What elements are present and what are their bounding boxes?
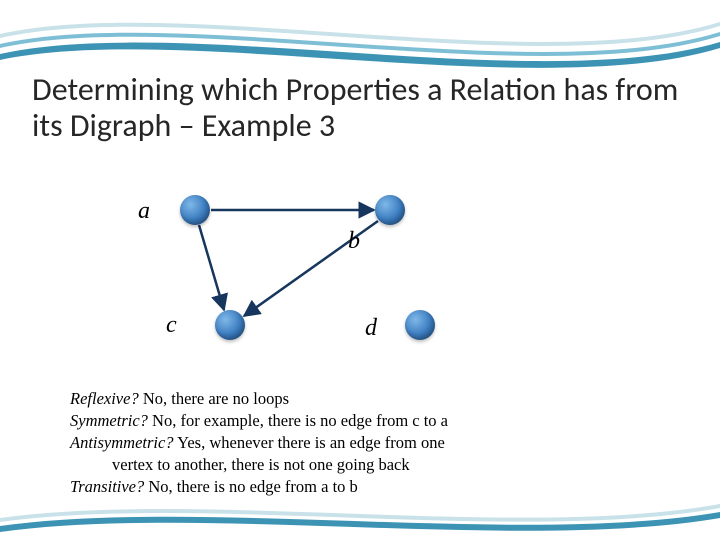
antisymmetric-line: Antisymmetric? Yes, whenever there is an… (70, 432, 660, 453)
vertex-d-label: d (365, 315, 377, 342)
vertex-c-label: c (166, 312, 177, 339)
symmetric-answer: No, for example, there is no edge from c… (148, 411, 448, 430)
transitive-question: Transitive? (70, 477, 144, 496)
vertex-d-node (405, 310, 435, 340)
symmetric-question: Symmetric? (70, 411, 148, 430)
slide-title: Determining which Properties a Relation … (32, 72, 688, 144)
reflexive-line: Reflexive? No, there are no loops (70, 388, 660, 409)
symmetric-line: Symmetric? No, for example, there is no … (70, 410, 660, 431)
vertex-a-node (180, 195, 210, 225)
vertex-c-node (215, 310, 245, 340)
antisymmetric-answer-2: vertex to another, there is not one goin… (112, 455, 410, 474)
antisymmetric-question: Antisymmetric? (70, 433, 174, 452)
vertex-b-node (375, 195, 405, 225)
transitive-line: Transitive? No, there is no edge from a … (70, 476, 660, 497)
answers-block: Reflexive? No, there are no loops Symmet… (70, 388, 660, 499)
reflexive-question: Reflexive? (70, 389, 139, 408)
antisymmetric-line-2: vertex to another, there is not one goin… (70, 454, 660, 475)
vertex-a-label: a (138, 198, 150, 225)
antisymmetric-answer: Yes, whenever there is an edge from one (174, 433, 445, 452)
reflexive-answer: No, there are no loops (139, 389, 289, 408)
vertex-b-label: b (348, 228, 360, 255)
transitive-answer: No, there is no edge from a to b (144, 477, 358, 496)
decorative-top-curve (0, 0, 720, 80)
digraph-edges (100, 180, 500, 370)
digraph: a b c d (100, 180, 500, 370)
